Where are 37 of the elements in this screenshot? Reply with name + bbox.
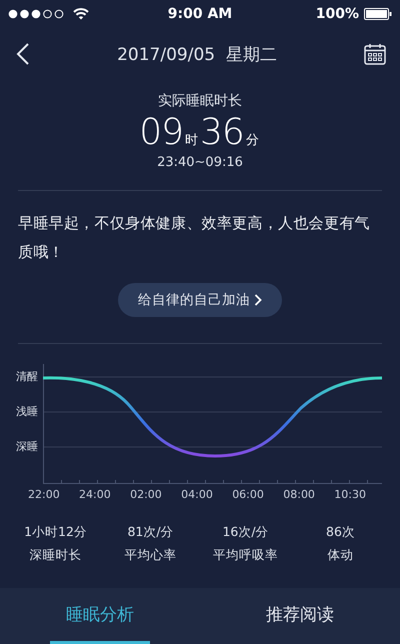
hours-value: 09	[139, 112, 183, 153]
y-axis-label: 浅睡	[16, 405, 39, 419]
status-time: 9:00 AM	[168, 6, 232, 22]
stat-value: 86次	[326, 524, 355, 541]
battery-icon	[364, 8, 392, 20]
bottom-tab[interactable]: 睡眠分析	[50, 588, 150, 644]
minutes-unit: 分	[246, 132, 259, 149]
summary-label: 实际睡眠时长	[158, 92, 242, 110]
back-button[interactable]	[16, 42, 30, 66]
stat-value: 81次/分	[127, 524, 174, 541]
x-axis-label: 24:00	[79, 488, 111, 503]
chevron-icon	[254, 294, 262, 306]
calendar-icon[interactable]	[364, 43, 386, 65]
y-axis-label: 深睡	[16, 440, 39, 454]
stat-label: 体动	[328, 547, 354, 564]
tip-text: 早睡早起，不仅身体健康、效率更高，人也会更有气质哦！	[18, 213, 371, 263]
stat-value: 1小时12分	[24, 524, 87, 541]
cheer-button[interactable]: 给自律的自己加油	[118, 283, 282, 317]
hours-unit: 时	[185, 132, 198, 149]
signal-strength-icon	[8, 9, 65, 19]
x-axis-label: 10:30	[334, 488, 366, 503]
date-title: 2017/09/05 星期二	[117, 44, 277, 66]
x-axis-label: 08:00	[283, 488, 315, 503]
stat-value: 16次/分	[222, 524, 269, 541]
battery-percent: 100%	[316, 6, 359, 22]
bottom-tab[interactable]: 推荐阅读	[250, 588, 350, 644]
x-axis-label: 06:00	[232, 488, 264, 503]
y-axis-label: 清醒	[16, 370, 39, 384]
stat-label: 平均呼吸率	[213, 547, 278, 564]
x-axis-label: 04:00	[181, 488, 213, 503]
x-axis-label: 02:00	[130, 488, 162, 503]
stat-label: 深睡时长	[30, 547, 82, 564]
sleep-time-range: 23:40~09:16	[157, 155, 243, 170]
stat-label: 平均心率	[124, 547, 176, 564]
wifi-icon	[73, 8, 89, 20]
minutes-value: 36	[200, 112, 244, 153]
x-axis-label: 22:00	[28, 488, 60, 503]
